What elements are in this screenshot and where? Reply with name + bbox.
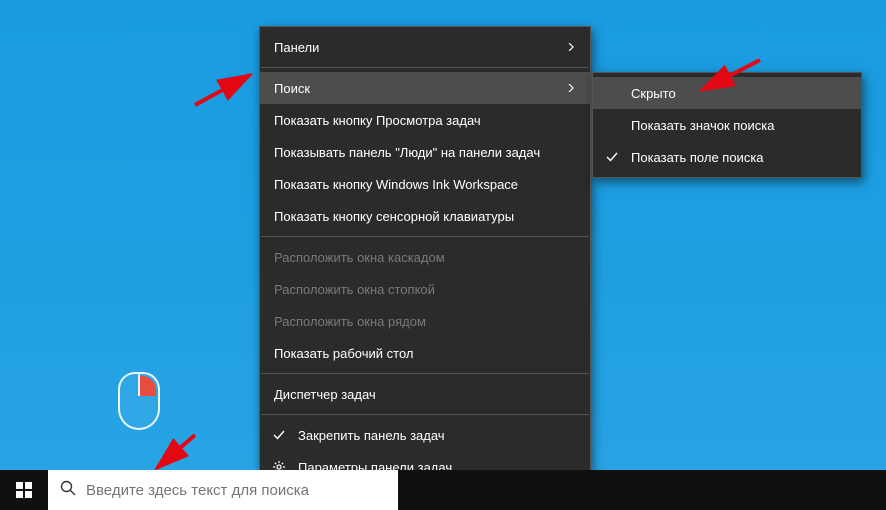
menu-item-label: Показывать панель "Люди" на панели задач	[274, 145, 576, 160]
menu-item-task-view-button[interactable]: Показать кнопку Просмотра задач	[260, 104, 590, 136]
menu-item-label: Панели	[274, 40, 566, 55]
menu-item-task-manager[interactable]: Диспетчер задач	[260, 378, 590, 410]
menu-item-label: Поиск	[274, 81, 566, 96]
arrow-annotation-icon	[190, 65, 270, 115]
menu-item-ink-workspace[interactable]: Показать кнопку Windows Ink Workspace	[260, 168, 590, 200]
windows-logo-icon	[16, 482, 32, 498]
desktop: Comp Панели Поиск Показать кнопку Просмо…	[0, 0, 886, 510]
menu-item-label: Расположить окна стопкой	[274, 282, 576, 297]
menu-item-label: Показать поле поиска	[631, 150, 847, 165]
menu-item-show-desktop[interactable]: Показать рабочий стол	[260, 337, 590, 369]
menu-item-search[interactable]: Поиск	[260, 72, 590, 104]
start-button[interactable]	[0, 470, 48, 510]
taskbar	[0, 470, 886, 510]
search-input[interactable]	[86, 482, 386, 499]
menu-item-label: Закрепить панель задач	[298, 428, 576, 443]
search-submenu: Скрыто Показать значок поиска Показать п…	[592, 72, 862, 178]
menu-item-panels[interactable]: Панели	[260, 31, 590, 63]
menu-separator	[261, 414, 589, 415]
chevron-right-icon	[566, 84, 576, 92]
taskbar-context-menu: Панели Поиск Показать кнопку Просмотра з…	[259, 26, 591, 488]
menu-item-label: Скрыто	[631, 86, 847, 101]
menu-item-lock-taskbar[interactable]: Закрепить панель задач	[260, 419, 590, 451]
menu-item-label: Показать кнопку сенсорной клавиатуры	[274, 209, 576, 224]
menu-item-label: Расположить окна рядом	[274, 314, 576, 329]
menu-item-touch-keyboard[interactable]: Показать кнопку сенсорной клавиатуры	[260, 200, 590, 232]
menu-item-label: Показать значок поиска	[631, 118, 847, 133]
menu-separator	[261, 373, 589, 374]
submenu-item-show-icon[interactable]: Показать значок поиска	[593, 109, 861, 141]
check-icon	[603, 148, 621, 166]
submenu-item-show-box[interactable]: Показать поле поиска	[593, 141, 861, 173]
menu-separator	[261, 67, 589, 68]
menu-separator	[261, 236, 589, 237]
menu-item-label: Расположить окна каскадом	[274, 250, 576, 265]
taskbar-search-box[interactable]	[48, 470, 398, 510]
menu-item-label: Диспетчер задач	[274, 387, 576, 402]
menu-item-cascade-windows: Расположить окна каскадом	[260, 241, 590, 273]
mouse-right-click-graphic	[118, 372, 160, 430]
submenu-item-hidden[interactable]: Скрыто	[593, 77, 861, 109]
chevron-right-icon	[566, 43, 576, 51]
menu-item-stack-windows: Расположить окна стопкой	[260, 273, 590, 305]
menu-item-label: Показать рабочий стол	[274, 346, 576, 361]
search-icon	[60, 480, 76, 501]
check-icon	[270, 426, 288, 444]
menu-item-label: Показать кнопку Windows Ink Workspace	[274, 177, 576, 192]
menu-item-label: Показать кнопку Просмотра задач	[274, 113, 576, 128]
menu-item-people-panel[interactable]: Показывать панель "Люди" на панели задач	[260, 136, 590, 168]
menu-item-side-windows: Расположить окна рядом	[260, 305, 590, 337]
